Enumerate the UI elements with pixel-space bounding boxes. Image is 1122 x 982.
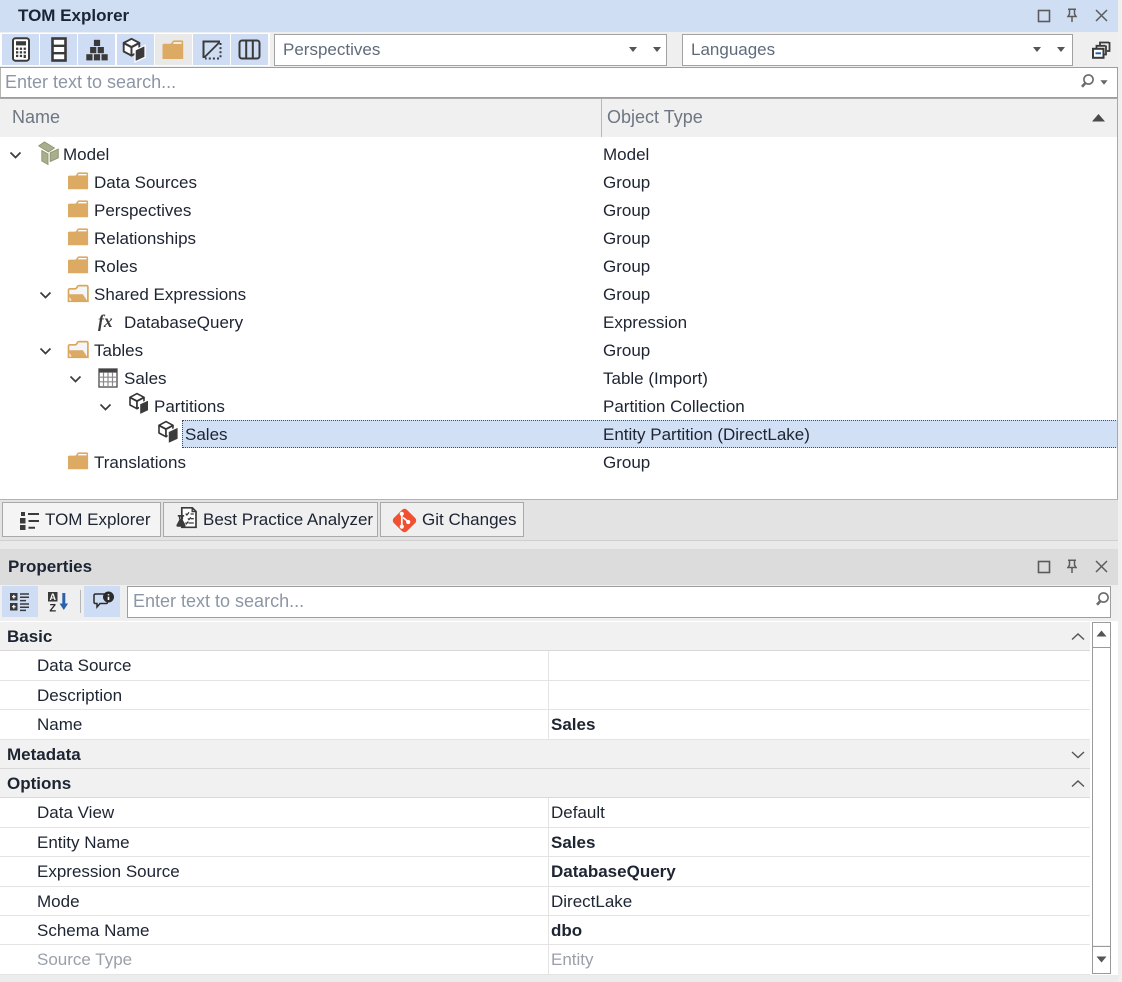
svg-text:A: A <box>49 592 56 602</box>
svg-text:Z: Z <box>49 603 56 614</box>
